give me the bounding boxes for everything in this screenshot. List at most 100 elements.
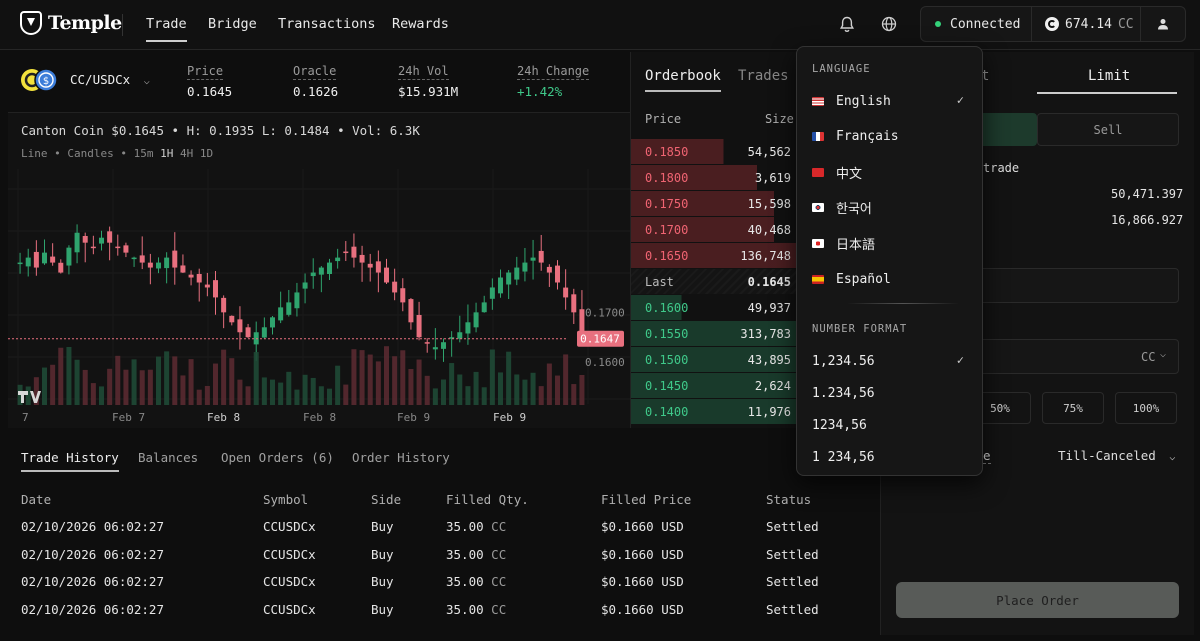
bid-row[interactable]: 0.1400 11,976 <box>631 399 799 424</box>
volume-bar <box>555 375 560 405</box>
bid-price: 0.1400 <box>645 405 689 419</box>
globe-icon[interactable] <box>879 14 899 34</box>
app-name: Temple <box>48 12 122 34</box>
tab-orderbook[interactable]: Orderbook <box>645 68 721 92</box>
candle-body <box>90 246 96 249</box>
tab-trades[interactable]: Trades <box>738 68 789 84</box>
candle-body <box>416 314 422 338</box>
ask-price: 0.1750 <box>645 197 689 211</box>
available-value-1: 50,471.397 <box>1111 187 1184 201</box>
cell-symbol: CCUSDCx <box>263 601 316 617</box>
volume-bar <box>318 386 324 405</box>
pair-selector[interactable]: CC/USDCx ⌵ <box>70 72 150 87</box>
candle-body <box>359 254 365 263</box>
candle-body <box>237 319 243 333</box>
ask-row[interactable]: 0.1700 40,468 <box>631 217 799 242</box>
cell-price: $0.1660 USD <box>601 574 684 589</box>
nav-transactions[interactable]: Transactions <box>278 16 376 32</box>
volume-bar <box>392 356 398 405</box>
nav-bridge[interactable]: Bridge <box>208 16 257 32</box>
candle-body <box>58 262 64 273</box>
language-option-us[interactable]: English ✓ <box>797 84 982 118</box>
language-option-fr[interactable]: Français <box>797 120 982 154</box>
interval-15m[interactable]: 15m <box>134 147 154 160</box>
ask-size: 15,598 <box>747 197 791 211</box>
interval-4h[interactable]: 4H <box>180 147 193 160</box>
ask-row[interactable]: 0.1800 3,619 <box>631 165 799 190</box>
price-chart[interactable]: Canton Coin $0.1645 • H: 0.1935 L: 0.148… <box>8 112 630 428</box>
candle-body <box>33 251 39 268</box>
interval-1h[interactable]: 1H <box>160 147 173 160</box>
chevron-down-icon: ⌵ <box>143 76 150 87</box>
ask-size: 40,468 <box>747 223 791 237</box>
cell-price: $0.1660 USD <box>601 601 684 617</box>
volume-bar <box>196 389 202 405</box>
candle-body <box>156 262 161 269</box>
tif-selector[interactable]: Till-Canceled ⌵ <box>1058 448 1175 463</box>
available-value-2: 16,866.927 <box>1111 213 1184 227</box>
number-format-option[interactable]: 1,234.56 ✓ <box>797 344 982 378</box>
ask-row[interactable]: 0.1850 54,562 <box>631 139 799 164</box>
language-option-es[interactable]: Español <box>797 262 982 296</box>
language-option-cn[interactable]: 中文 <box>797 155 982 189</box>
pct-75-button[interactable]: 75% <box>1042 392 1104 424</box>
bid-row[interactable]: 0.1600 49,937 <box>631 295 799 320</box>
x-tick-label: Feb 9 <box>493 411 526 424</box>
tab-trade-history[interactable]: Trade History <box>21 450 119 472</box>
sell-toggle[interactable]: Sell <box>1037 113 1179 146</box>
number-format-option[interactable]: 1 234,56 <box>797 440 982 474</box>
volume-bar <box>335 365 341 405</box>
volume-bar <box>261 377 267 405</box>
temple-logo-icon <box>20 11 42 35</box>
language-option-kr[interactable]: 한국어 <box>797 191 982 225</box>
volume-bar <box>579 374 585 405</box>
volume-bar <box>164 351 170 405</box>
candle-body <box>546 266 552 273</box>
candle-body <box>229 315 235 323</box>
volume-bar <box>514 374 520 405</box>
status-dot-icon <box>935 21 941 27</box>
tab-open-orders[interactable]: Open Orders (6) <box>221 450 334 465</box>
volume-bar <box>481 387 487 405</box>
temple-logo[interactable]: Temple <box>20 11 122 35</box>
trade-history-panel: Trade History Balances Open Orders (6) O… <box>8 440 880 635</box>
market-header: $ CC/USDCx ⌵ Price 0.1645 Oracle 0.1626 … <box>8 52 630 112</box>
user-menu-button[interactable] <box>1140 6 1186 42</box>
ask-row[interactable]: 0.1750 15,598 <box>631 191 799 216</box>
bell-icon[interactable] <box>837 14 857 34</box>
bid-row[interactable]: 0.1550 313,783 <box>631 321 799 346</box>
candle-body <box>286 302 292 315</box>
candle-body <box>441 342 446 349</box>
bid-row[interactable]: 0.1500 43,895 <box>631 347 799 372</box>
mode-candles[interactable]: Candles <box>67 147 113 160</box>
volume-bar <box>343 384 349 405</box>
wallet-balance[interactable]: 674.14 CC <box>1031 6 1141 42</box>
mode-line[interactable]: Line <box>21 147 48 160</box>
place-order-button[interactable]: Place Order <box>896 582 1179 618</box>
connection-status[interactable]: Connected <box>920 6 1032 42</box>
candle-body <box>367 263 373 268</box>
interval-1d[interactable]: 1D <box>200 147 213 160</box>
tab-limit[interactable]: Limit <box>1088 68 1130 84</box>
ask-row[interactable]: 0.1650 136,748 <box>631 243 799 268</box>
candlestick-svg: 0.1700 0.1600 0.1647 7 Feb 7 Feb 8 Feb 8 Feb 9 F… <box>8 169 630 424</box>
volume-bar <box>302 374 308 405</box>
bid-row[interactable]: 0.1450 2,624 <box>631 373 799 398</box>
volume-bar <box>563 354 569 405</box>
nav-trade[interactable]: Trade <box>146 16 187 42</box>
language-option-jp[interactable]: 日本語 <box>797 226 982 260</box>
bid-size: 11,976 <box>747 405 791 419</box>
cn-flag-icon <box>812 167 824 177</box>
tab-balances[interactable]: Balances <box>138 450 198 465</box>
number-format-option[interactable]: 1.234,56 <box>797 376 982 410</box>
pct-100-button[interactable]: 100% <box>1115 392 1177 424</box>
volume-bar <box>221 349 227 405</box>
last-price: 0.1645 <box>747 275 791 289</box>
volume-bar <box>489 349 495 405</box>
number-format-option[interactable]: 1234,56 <box>797 408 982 442</box>
tab-order-history[interactable]: Order History <box>352 450 450 465</box>
nav-rewards[interactable]: Rewards <box>392 16 449 32</box>
orderbook-panel: Orderbook Trades Price Size 0.1850 54,562… <box>630 52 799 428</box>
candle-body <box>66 247 72 266</box>
us-flag-icon <box>812 96 824 106</box>
